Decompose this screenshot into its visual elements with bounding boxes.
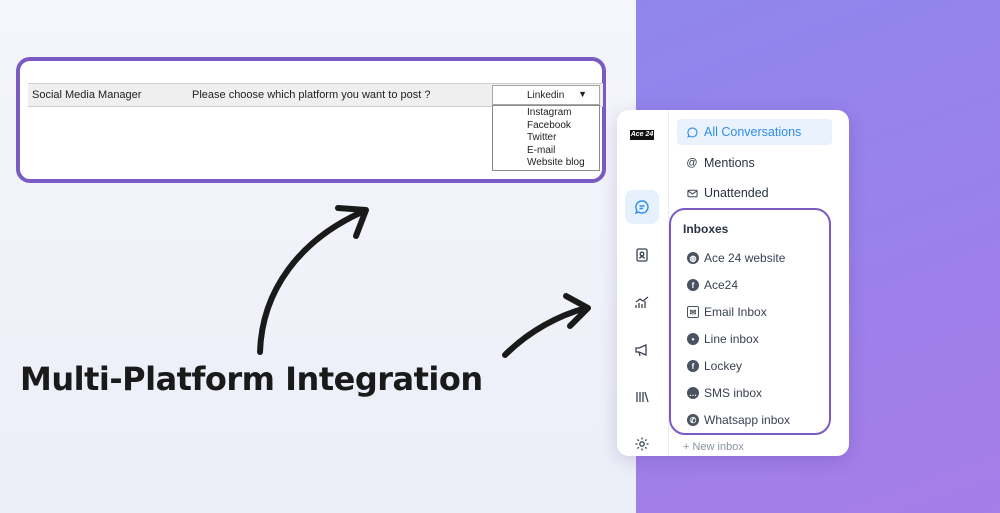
nav-mentions[interactable]: @ Mentions — [677, 150, 832, 176]
inbox-label: Whatsapp inbox — [704, 413, 791, 427]
inbox-label: Line inbox — [704, 332, 759, 346]
ace24-logo: Ace 24 — [630, 130, 654, 140]
inboxes-heading: Inboxes — [683, 222, 729, 236]
whatsapp-icon: ✆ — [687, 414, 699, 426]
chat-icon — [685, 127, 699, 138]
at-icon: @ — [686, 157, 698, 169]
side-rail: Ace 24 — [617, 110, 669, 456]
inbox-item-email[interactable]: ✉ Email Inbox — [687, 304, 767, 320]
reports-icon[interactable] — [625, 285, 659, 319]
inbox-item-ace24-website[interactable]: ◍ Ace 24 website — [687, 250, 785, 266]
chat-icon[interactable] — [625, 190, 659, 224]
inbox-item-lockey[interactable]: f Lockey — [687, 358, 742, 374]
line-icon: • — [687, 333, 699, 345]
option-item[interactable]: Facebook — [493, 120, 599, 133]
nav-label: All Conversations — [704, 125, 802, 139]
globe-icon: ◍ — [687, 252, 699, 264]
nav-label: Unattended — [704, 186, 769, 200]
sms-icon: … — [687, 387, 699, 399]
platform-options-list: Instagram Facebook Twitter E-mail Websit… — [492, 105, 600, 171]
option-item[interactable]: Twitter — [493, 132, 599, 145]
nav-label: Mentions — [704, 156, 755, 170]
platform-select-value: Linkedin — [527, 90, 565, 101]
facebook-icon: f — [687, 279, 699, 291]
conversation-nav: All Conversations @ Mentions Unattended … — [669, 110, 849, 456]
inbox-label: Ace24 — [704, 278, 739, 292]
headline: Multi-Platform Integration — [20, 360, 483, 398]
inbox-label: Ace 24 website — [704, 251, 786, 265]
facebook-icon: f — [687, 360, 699, 372]
app-panel: Ace 24 All Conversations @ Mentions Unat… — [617, 110, 849, 456]
caret-down-icon: ▼ — [578, 89, 587, 99]
option-item[interactable]: E-mail — [493, 145, 599, 158]
option-item[interactable]: Instagram — [493, 107, 599, 120]
email-icon: ✉ — [687, 306, 699, 318]
question-cell: Please choose which platform you want to… — [192, 89, 431, 101]
spreadsheet-card: Social Media Manager Please choose which… — [16, 57, 606, 183]
option-item[interactable]: Website blog — [493, 157, 599, 170]
platform-select[interactable]: Linkedin ▼ — [492, 85, 600, 105]
role-cell: Social Media Manager — [32, 89, 142, 101]
inbox-item-ace24[interactable]: f Ace24 — [687, 277, 738, 293]
nav-all-conversations[interactable]: All Conversations — [677, 119, 832, 145]
new-inbox-link[interactable]: + New inbox — [683, 441, 744, 453]
inbox-label: Lockey — [704, 359, 743, 373]
contacts-icon[interactable] — [625, 238, 659, 272]
inbox-label: SMS inbox — [704, 386, 763, 400]
settings-icon[interactable] — [625, 427, 659, 456]
library-icon[interactable] — [625, 380, 659, 414]
inbox-item-sms[interactable]: … SMS inbox — [687, 385, 762, 401]
campaigns-icon[interactable] — [625, 333, 659, 367]
inbox-item-whatsapp[interactable]: ✆ Whatsapp inbox — [687, 412, 790, 428]
mail-icon — [685, 188, 699, 199]
nav-unattended[interactable]: Unattended — [677, 180, 832, 206]
inbox-label: Email Inbox — [704, 305, 767, 319]
inbox-item-line[interactable]: • Line inbox — [687, 331, 759, 347]
